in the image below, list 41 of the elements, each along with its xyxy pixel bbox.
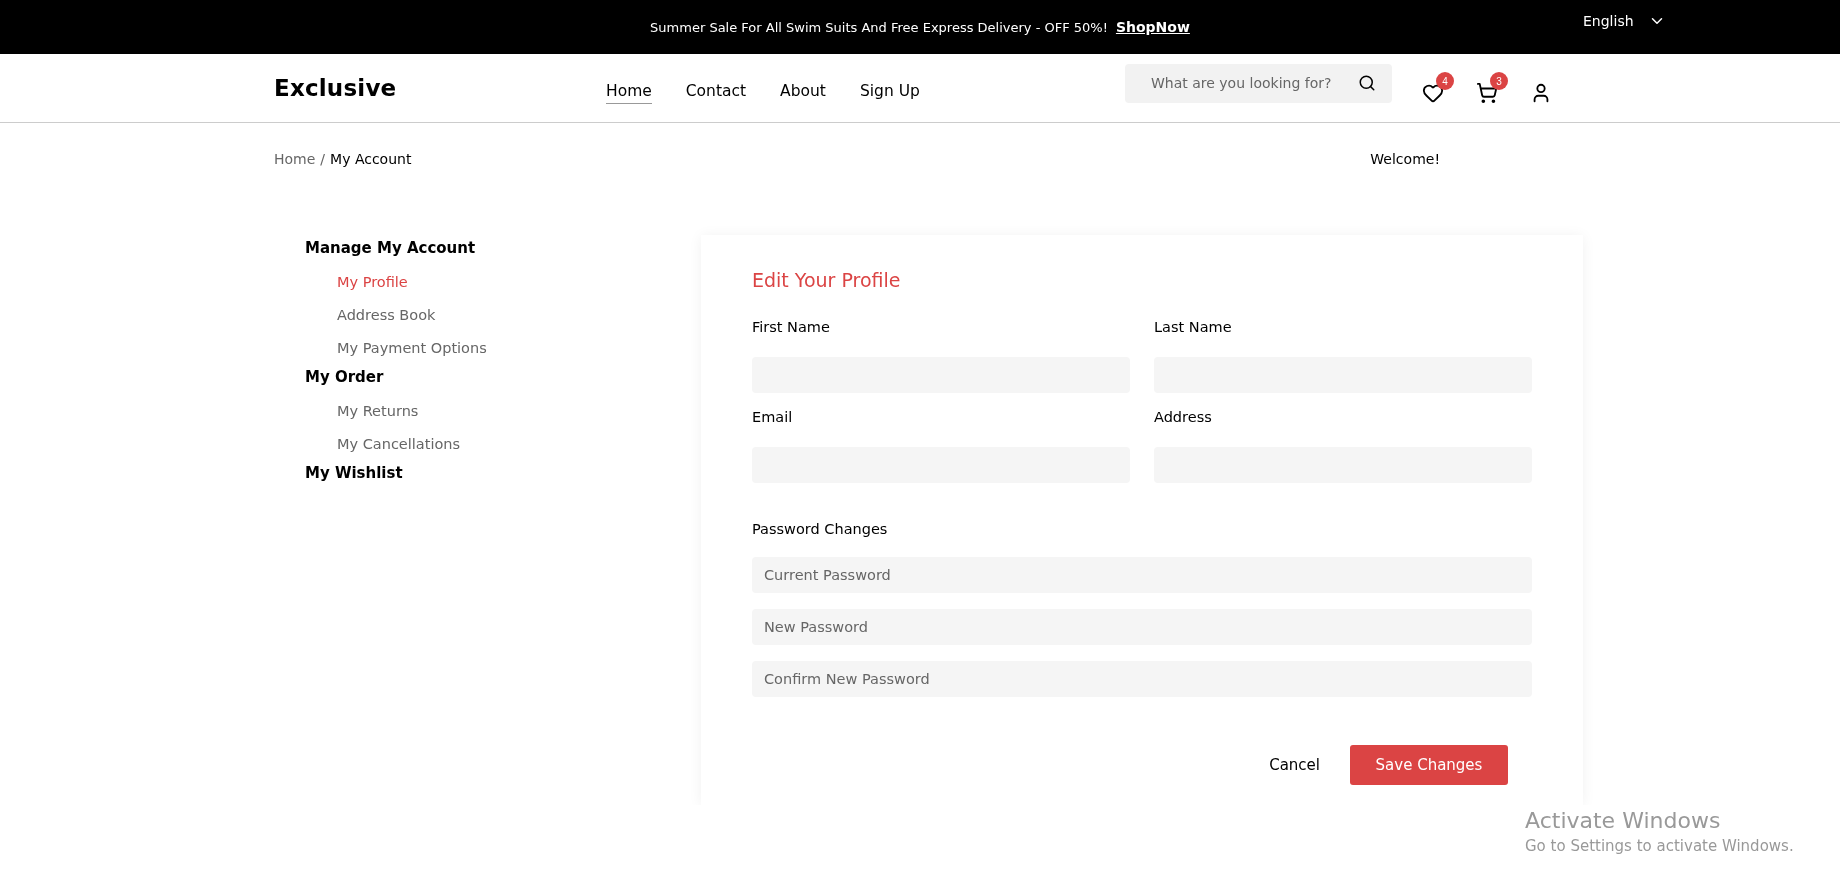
sidebar-item[interactable]: My Returns: [337, 403, 701, 419]
wishlist-count: 4: [1436, 72, 1454, 90]
form-title: Edit Your Profile: [752, 269, 902, 291]
sidebar-heading[interactable]: Manage My Account: [305, 239, 701, 257]
cart-button[interactable]: 3: [1476, 72, 1508, 104]
nav-link[interactable]: About: [780, 82, 826, 104]
activation-text: Go to Settings to activate Windows.: [1525, 837, 1794, 855]
wishlist-button[interactable]: 4: [1422, 72, 1454, 104]
language-selector[interactable]: English: [1583, 12, 1666, 30]
field-label: Last Name: [1154, 319, 1233, 335]
sidebar-item[interactable]: Address Book: [337, 307, 701, 323]
search-field[interactable]: What are you looking for?: [1125, 63, 1392, 103]
field-label: Address: [1154, 409, 1213, 425]
sidebar-heading[interactable]: My Order: [305, 368, 701, 386]
field-label: Email: [752, 409, 794, 425]
sidebar-heading[interactable]: My Wishlist: [305, 464, 701, 482]
section-heading: Password Changes: [752, 521, 889, 537]
password-field[interactable]: Current Password: [752, 557, 1532, 593]
activation-title: Activate Windows: [1525, 808, 1722, 833]
breadcrumb-separator: /: [320, 151, 326, 167]
heart-icon: [1422, 82, 1444, 104]
password-field[interactable]: Confirm New Password: [752, 661, 1532, 697]
breadcrumb-current: My Account: [330, 151, 412, 167]
search-icon: [1358, 73, 1376, 92]
password-field[interactable]: New Password: [752, 609, 1532, 645]
nav-link[interactable]: Home: [606, 82, 652, 104]
save-button[interactable]: Save Changes: [1350, 745, 1508, 785]
shop-now-link[interactable]: ShopNow: [1115, 19, 1190, 35]
sidebar-item[interactable]: My Payment Options: [337, 340, 701, 356]
welcome-text: Welcome!: [1370, 151, 1440, 167]
sidebar-item[interactable]: My Cancellations: [337, 436, 701, 452]
breadcrumb-link[interactable]: Home: [274, 151, 316, 167]
nav-link[interactable]: Sign Up: [859, 82, 920, 104]
sidebar-item[interactable]: My Profile: [337, 274, 701, 290]
logo[interactable]: Exclusive: [274, 75, 606, 101]
cancel-button[interactable]: Cancel: [1263, 755, 1326, 775]
field-label: First Name: [752, 319, 831, 335]
cart-count: 3: [1490, 72, 1508, 90]
cart-icon: [1476, 82, 1498, 104]
nav-link[interactable]: Contact: [685, 82, 747, 104]
promo-text: Summer Sale For All Swim Suits And Free Express Delivery - OFF 50%!: [650, 19, 1108, 35]
